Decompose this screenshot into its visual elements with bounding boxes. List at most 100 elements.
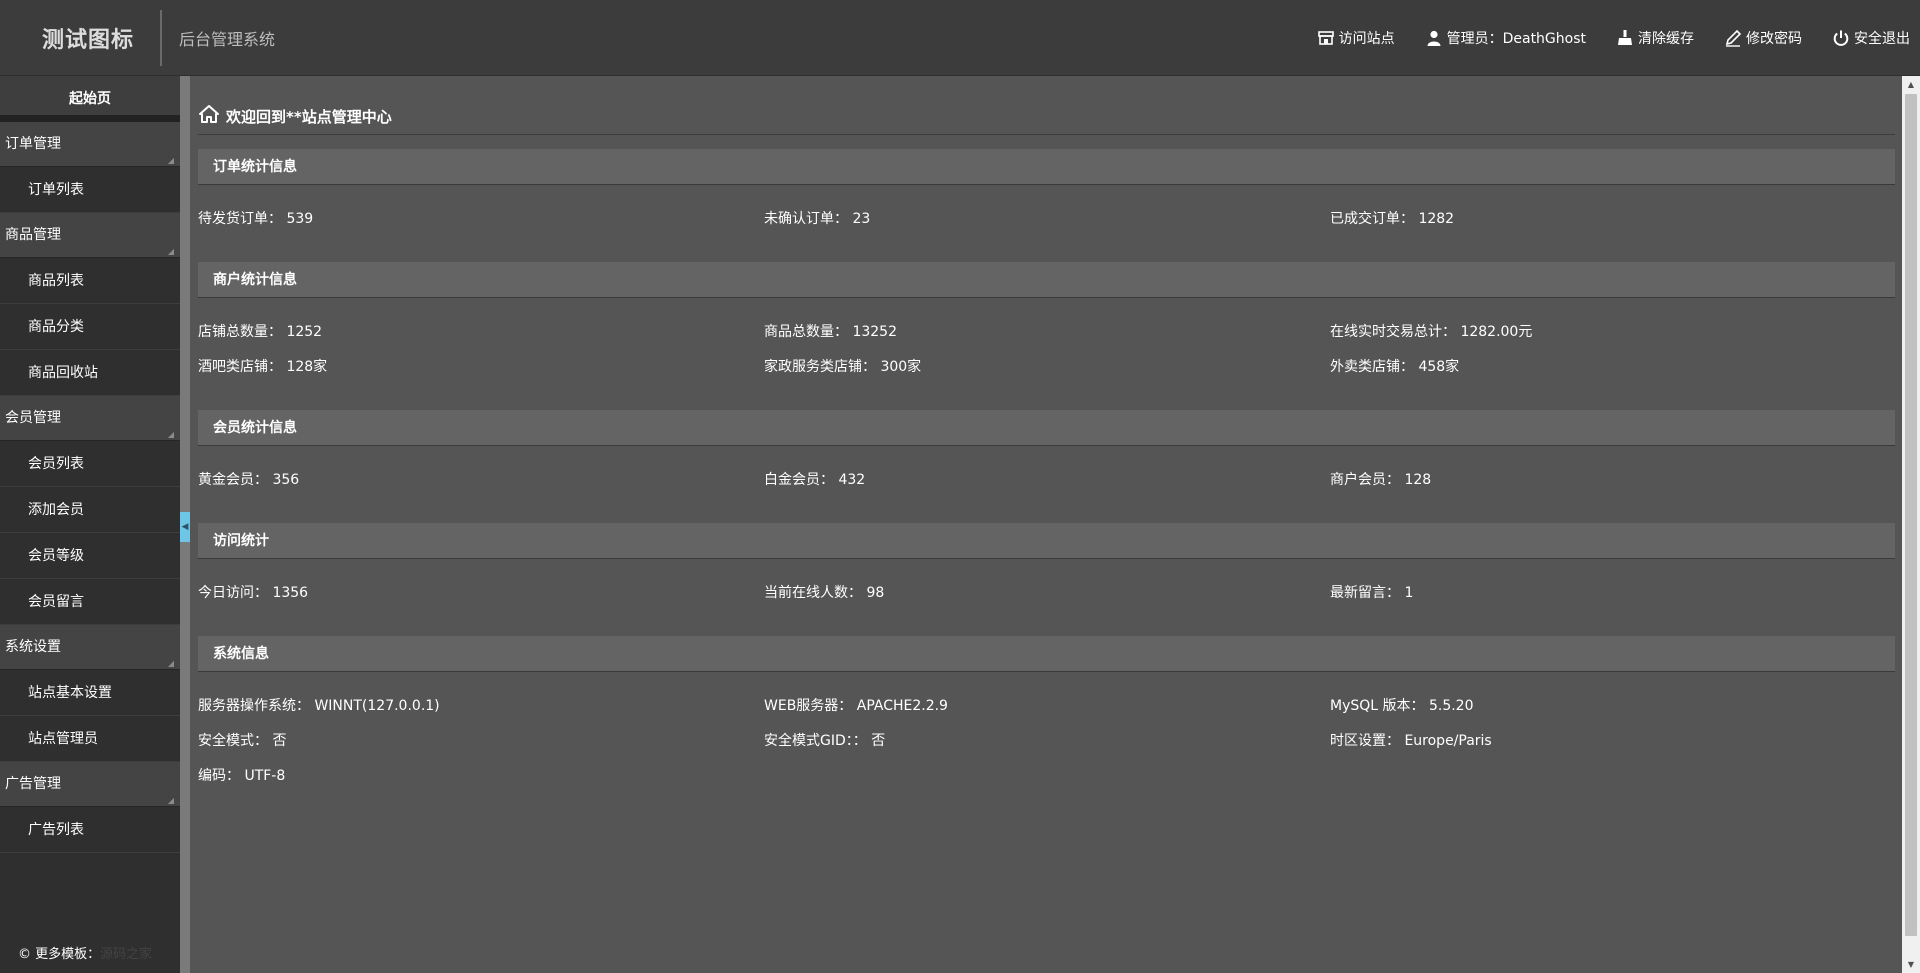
info-server-os: 服务器操作系统： WINNT(127.0.0.1) <box>198 698 440 714</box>
info-web-server: WEB服务器： APACHE2.2.9 <box>764 698 948 714</box>
info-row: 安全模式： 否 安全模式GID：： 否 时区设置： Europe/Paris <box>198 730 1895 765</box>
store-icon <box>1317 31 1334 45</box>
pen-icon <box>1725 29 1742 47</box>
logout-link[interactable]: 安全退出 <box>1832 28 1910 48</box>
sidebar-item-member-level[interactable]: 会员等级 <box>0 533 180 579</box>
sidebar-item-product-category[interactable]: 商品分类 <box>0 304 180 350</box>
sidebar-group-settings[interactable]: 系统设置 ◢ <box>0 625 180 670</box>
clear-cache-label: 清除缓存 <box>1638 31 1694 47</box>
sidebar-group-ads[interactable]: 广告管理 ◢ <box>0 762 180 807</box>
stat-online-transactions: 在线实时交易总计： 1282.00元 <box>1330 324 1533 340</box>
info-encoding: 编码： UTF-8 <box>198 768 286 784</box>
stats-row: 店铺总数量： 1252 商品总数量： 13252 在线实时交易总计： 1282.… <box>198 321 1895 356</box>
vertical-scrollbar[interactable]: ▲ ▼ <box>1902 76 1920 973</box>
power-icon <box>1833 30 1849 46</box>
clear-cache-link[interactable]: 清除缓存 <box>1616 28 1694 48</box>
sidebar-item-member-messages[interactable]: 会员留言 <box>0 579 180 625</box>
main-content: 欢迎回到**站点管理中心 订单统计信息 待发货订单： 539 未确认订单： 23… <box>190 76 1902 973</box>
change-password-label: 修改密码 <box>1746 31 1802 47</box>
broom-icon <box>1618 30 1632 45</box>
stat-merchant-members: 商户会员： 128 <box>1330 472 1432 488</box>
user-icon <box>1427 30 1441 46</box>
collapse-caret-icon: ◢ <box>167 430 174 439</box>
scroll-up-icon[interactable]: ▲ <box>1902 76 1920 93</box>
sidebar-group-orders[interactable]: 订单管理 ◢ <box>0 122 180 167</box>
section-visit-stats: 访问统计 今日访问： 1356 当前在线人数： 98 最新留言： 1 <box>198 523 1895 617</box>
info-mysql-version: MySQL 版本： 5.5.20 <box>1330 698 1474 714</box>
info-timezone: 时区设置： Europe/Paris <box>1330 733 1492 749</box>
sidebar-item-site-admins[interactable]: 站点管理员 <box>0 716 180 762</box>
stat-unconfirmed-orders: 未确认订单： 23 <box>764 211 871 227</box>
stat-latest-messages: 最新留言： 1 <box>1330 585 1414 601</box>
visit-site-link[interactable]: 访问站点 <box>1317 28 1395 48</box>
sidebar-footer: © 更多模板：源码之家 <box>0 936 180 973</box>
stat-completed-orders: 已成交订单： 1282 <box>1330 211 1455 227</box>
stat-total-products: 商品总数量： 13252 <box>764 324 897 340</box>
collapse-caret-icon: ◢ <box>167 247 174 256</box>
section-title: 系统信息 <box>198 636 1895 672</box>
info-row: 编码： UTF-8 <box>198 765 1895 800</box>
section-body: 待发货订单： 539 未确认订单： 23 已成交订单： 1282 <box>198 185 1895 243</box>
header: 测试图标 后台管理系统 访问站点 管理员：DeathGhost 清除缓存 修改密… <box>0 0 1920 76</box>
section-title: 访问统计 <box>198 523 1895 559</box>
sidebar-group-label: 商品管理 <box>5 227 61 243</box>
sidebar-item-product-recycle[interactable]: 商品回收站 <box>0 350 180 396</box>
stat-online-users: 当前在线人数： 98 <box>764 585 885 601</box>
section-title: 订单统计信息 <box>198 149 1895 185</box>
section-body: 服务器操作系统： WINNT(127.0.0.1) WEB服务器： APACHE… <box>198 672 1895 800</box>
info-safe-mode-gid: 安全模式GID：： 否 <box>764 733 886 749</box>
info-row: 服务器操作系统： WINNT(127.0.0.1) WEB服务器： APACHE… <box>198 695 1895 730</box>
change-password-link[interactable]: 修改密码 <box>1724 28 1802 48</box>
collapse-sidebar-button[interactable]: ◀ <box>180 512 190 542</box>
sidebar-group-products[interactable]: 商品管理 ◢ <box>0 213 180 258</box>
stat-pending-shipment: 待发货订单： 539 <box>198 211 314 227</box>
sidebar-item-add-member[interactable]: 添加会员 <box>0 487 180 533</box>
sidebar-item-site-settings[interactable]: 站点基本设置 <box>0 670 180 716</box>
admin-user-link[interactable]: 管理员：DeathGhost <box>1425 28 1586 48</box>
section-member-stats: 会员统计信息 黄金会员： 356 白金会员： 432 商户会员： 128 <box>198 410 1895 504</box>
sidebar-item-order-list[interactable]: 订单列表 <box>0 167 180 213</box>
stat-total-stores: 店铺总数量： 1252 <box>198 324 323 340</box>
sidebar-item-product-list[interactable]: 商品列表 <box>0 258 180 304</box>
visit-site-label: 访问站点 <box>1338 31 1395 47</box>
collapse-caret-icon: ◢ <box>167 796 174 805</box>
scroll-down-icon[interactable]: ▼ <box>1902 956 1920 973</box>
stats-row: 酒吧类店铺： 128家 家政服务类店铺： 300家 外卖类店铺： 458家 <box>198 356 1895 391</box>
stat-housekeeping-stores: 家政服务类店铺： 300家 <box>764 359 922 375</box>
sidebar-group-members[interactable]: 会员管理 ◢ <box>0 396 180 441</box>
stat-takeout-stores: 外卖类店铺： 458家 <box>1330 359 1460 375</box>
logout-label: 安全退出 <box>1854 31 1910 47</box>
stats-row: 黄金会员： 356 白金会员： 432 商户会员： 128 <box>198 469 1895 504</box>
info-safe-mode: 安全模式： 否 <box>198 733 287 749</box>
stat-bar-stores: 酒吧类店铺： 128家 <box>198 359 328 375</box>
sidebar-group-label: 系统设置 <box>5 639 61 655</box>
sidebar-home[interactable]: 起始页 <box>0 76 180 122</box>
stat-gold-members: 黄金会员： 356 <box>198 472 300 488</box>
stats-row: 待发货订单： 539 未确认订单： 23 已成交订单： 1282 <box>198 208 1895 243</box>
section-body: 店铺总数量： 1252 商品总数量： 13252 在线实时交易总计： 1282.… <box>198 298 1895 391</box>
section-order-stats: 订单统计信息 待发货订单： 539 未确认订单： 23 已成交订单： 1282 <box>198 149 1895 243</box>
section-body: 今日访问： 1356 当前在线人数： 98 最新留言： 1 <box>198 559 1895 617</box>
stats-row: 今日访问： 1356 当前在线人数： 98 最新留言： 1 <box>198 582 1895 617</box>
sidebar: 起始页 订单管理 ◢ 订单列表 商品管理 ◢ 商品列表 商品分类 商品回收站 会… <box>0 76 180 973</box>
section-title: 会员统计信息 <box>198 410 1895 446</box>
section-system-info: 系统信息 服务器操作系统： WINNT(127.0.0.1) WEB服务器： A… <box>198 636 1895 800</box>
system-subtitle: 后台管理系统 <box>179 30 276 49</box>
sidebar-group-label: 会员管理 <box>5 410 61 426</box>
scroll-thumb[interactable] <box>1905 94 1917 936</box>
top-nav: 访问站点 管理员：DeathGhost 清除缓存 修改密码 安全退出 <box>1317 0 1910 76</box>
footer-link[interactable]: 源码之家 <box>100 947 152 962</box>
logo: 测试图标 <box>42 28 135 53</box>
sidebar-item-member-list[interactable]: 会员列表 <box>0 441 180 487</box>
admin-user-label: 管理员：DeathGhost <box>1446 31 1586 47</box>
section-body: 黄金会员： 356 白金会员： 432 商户会员： 128 <box>198 446 1895 504</box>
sidebar-group-label: 广告管理 <box>5 776 61 792</box>
stat-platinum-members: 白金会员： 432 <box>764 472 866 488</box>
welcome-bar: 欢迎回到**站点管理中心 <box>198 98 1895 135</box>
section-merchant-stats: 商户统计信息 店铺总数量： 1252 商品总数量： 13252 在线实时交易总计… <box>198 262 1895 391</box>
sidebar-item-ad-list[interactable]: 广告列表 <box>0 807 180 853</box>
sidebar-group-label: 订单管理 <box>5 136 61 152</box>
logo-divider <box>160 10 162 66</box>
collapse-caret-icon: ◢ <box>167 156 174 165</box>
welcome-text: 欢迎回到**站点管理中心 <box>226 107 392 126</box>
